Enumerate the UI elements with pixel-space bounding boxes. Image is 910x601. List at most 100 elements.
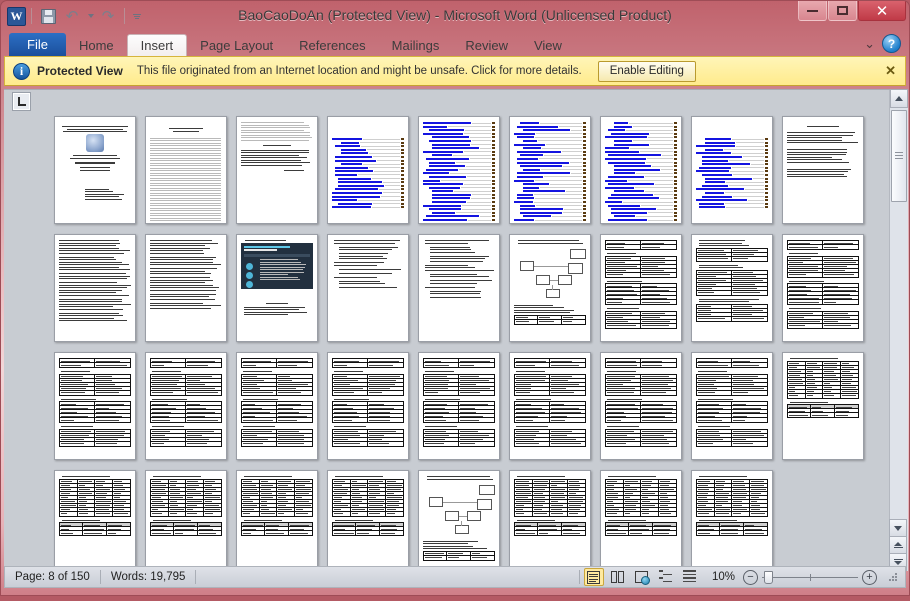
maximize-button[interactable] (828, 1, 857, 21)
zoom-out-button[interactable]: − (743, 570, 758, 585)
page-thumbnail[interactable] (145, 234, 227, 342)
page-thumbnail[interactable] (236, 116, 318, 224)
close-button[interactable]: ✕ (858, 1, 906, 21)
view-draft-button[interactable] (680, 568, 700, 586)
page-thumbnail-content (423, 358, 495, 454)
page-thumbnail[interactable] (509, 116, 591, 224)
page-thumbnail-content (696, 358, 768, 454)
page-thumbnail-content (241, 122, 313, 218)
page-thumbnail[interactable] (54, 234, 136, 342)
page-thumbnail[interactable] (236, 352, 318, 460)
help-icon[interactable]: ? (882, 34, 901, 53)
page-thumbnail[interactable] (54, 470, 136, 571)
status-right-controls: 10% − + (579, 568, 905, 586)
page-thumbnail[interactable] (145, 470, 227, 571)
page-indicator[interactable]: Page: 8 of 150 (5, 569, 100, 585)
page-thumbnail-grid (4, 112, 889, 571)
page-thumbnail[interactable] (327, 234, 409, 342)
tab-file[interactable]: File (9, 33, 66, 56)
thumbnail-scroll-region[interactable] (4, 112, 889, 571)
word-count[interactable]: Words: 19,795 (101, 569, 196, 585)
page-thumbnail[interactable] (509, 234, 591, 342)
protected-view-bar[interactable]: i Protected View This file originated fr… (4, 56, 906, 86)
page-thumbnail-content (787, 240, 859, 336)
page-thumbnail[interactable] (600, 352, 682, 460)
page-thumbnail-content (241, 240, 313, 336)
page-thumbnail-content (241, 358, 313, 454)
status-divider-2 (195, 570, 196, 584)
page-thumbnail-content (423, 122, 495, 218)
chevron-down-icon[interactable]: ⌄ (864, 36, 875, 52)
info-icon: i (13, 63, 30, 80)
page-thumbnail[interactable] (327, 352, 409, 460)
view-web-layout-button[interactable] (632, 568, 652, 586)
page-thumbnail[interactable] (327, 116, 409, 224)
page-thumbnail[interactable] (691, 116, 773, 224)
page-thumbnail[interactable] (782, 234, 864, 342)
page-thumbnail[interactable] (236, 234, 318, 342)
page-thumbnail-content (514, 358, 586, 454)
page-thumbnail-content (59, 122, 131, 218)
title-bar: W ↶ ↷ BaoCaoDoAn (Protected View) - Micr… (1, 1, 909, 31)
page-thumbnail-content (150, 240, 222, 336)
tab-review[interactable]: Review (452, 34, 521, 56)
minimize-button[interactable] (798, 1, 827, 21)
status-bar: Page: 8 of 150 Words: 19,795 10% − + (4, 566, 906, 588)
page-thumbnail-content (150, 122, 222, 218)
page-thumbnail[interactable] (418, 352, 500, 460)
page-thumbnail[interactable] (782, 352, 864, 460)
page-thumbnail-content (696, 122, 768, 218)
page-thumbnail[interactable] (691, 234, 773, 342)
page-thumbnail[interactable] (509, 470, 591, 571)
page-thumbnail[interactable] (54, 116, 136, 224)
close-icon[interactable]: ✕ (885, 63, 896, 79)
page-thumbnail-content (514, 240, 586, 336)
page-thumbnail-content (150, 358, 222, 454)
scroll-up-icon[interactable] (890, 90, 908, 108)
scroll-down-icon[interactable] (889, 519, 907, 537)
tab-home[interactable]: Home (66, 34, 127, 56)
page-thumbnail[interactable] (236, 470, 318, 571)
ribbon-right-controls: ⌄ ? (864, 34, 901, 53)
resize-grip[interactable] (887, 571, 899, 583)
page-thumbnail[interactable] (782, 116, 864, 224)
page-thumbnail-content (696, 476, 768, 571)
page-thumbnail[interactable] (600, 234, 682, 342)
tab-page-layout[interactable]: Page Layout (187, 34, 286, 56)
left-tab-stop-icon[interactable] (12, 92, 31, 111)
page-thumbnail-content (332, 358, 404, 454)
vertical-scrollbar[interactable] (889, 90, 908, 571)
tab-view[interactable]: View (521, 34, 575, 56)
zoom-level-label[interactable]: 10% (712, 571, 735, 583)
view-full-screen-reading-button[interactable] (608, 568, 628, 586)
tab-references[interactable]: References (286, 34, 378, 56)
page-thumbnail[interactable] (418, 234, 500, 342)
page-thumbnail[interactable] (418, 116, 500, 224)
page-thumbnail[interactable] (600, 470, 682, 571)
page-thumbnail-content (605, 476, 677, 571)
page-thumbnail-content (514, 476, 586, 571)
page-thumbnail[interactable] (327, 470, 409, 571)
page-thumbnail[interactable] (145, 352, 227, 460)
zoom-in-button[interactable]: + (862, 570, 877, 585)
page-thumbnail[interactable] (691, 352, 773, 460)
page-thumbnail-content (787, 122, 859, 218)
scrollbar-thumb[interactable] (891, 110, 907, 202)
page-thumbnail[interactable] (691, 470, 773, 571)
enable-editing-button[interactable]: Enable Editing (598, 61, 696, 82)
page-thumbnail[interactable] (418, 470, 500, 571)
page-thumbnail[interactable] (145, 116, 227, 224)
view-outline-button[interactable] (656, 568, 676, 586)
view-print-layout-button[interactable] (584, 568, 604, 586)
tab-mailings[interactable]: Mailings (379, 34, 453, 56)
zoom-slider-handle[interactable] (764, 571, 773, 584)
protected-view-message: This file originated from an Internet lo… (137, 65, 582, 77)
tab-insert[interactable]: Insert (127, 34, 188, 56)
page-thumbnail[interactable] (600, 116, 682, 224)
ruler-corner-row (4, 90, 908, 112)
previous-page-icon[interactable] (889, 537, 907, 554)
page-thumbnail[interactable] (509, 352, 591, 460)
page-thumbnail[interactable] (54, 352, 136, 460)
zoom-slider[interactable] (762, 570, 858, 584)
page-thumbnail-content (423, 476, 495, 571)
